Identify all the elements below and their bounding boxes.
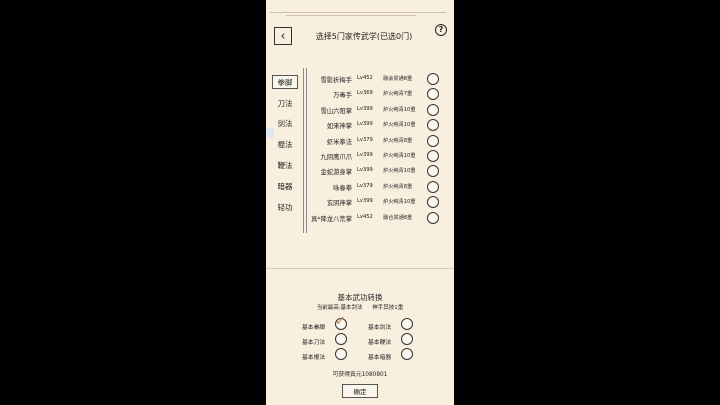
skill-row[interactable]: 虾米拳法 Lv379 炉火纯青8重 <box>310 134 450 149</box>
current-best: 当前最高:基本剑法 <box>316 305 363 311</box>
skill-status: 炉火纯青10重 <box>383 199 416 206</box>
checkmark-icon: ✓ <box>335 314 346 329</box>
skill-name: 万毒手 <box>333 92 352 100</box>
select-radio[interactable] <box>427 119 439 132</box>
skill-row[interactable]: 玄阴神掌 Lv399 炉火纯青10重 <box>310 195 450 210</box>
skill-level: Lv452 <box>357 213 373 220</box>
option-label: 基本棍法 <box>302 355 326 361</box>
reward-text: 可获得真元1080801 <box>332 372 388 378</box>
skill-level: Lv399 <box>357 105 373 112</box>
select-radio[interactable] <box>427 165 439 178</box>
skill-level: Lv399 <box>357 121 373 128</box>
decorative-line <box>270 12 446 13</box>
option-radio[interactable] <box>401 333 413 345</box>
skill-status: 炉火纯青10重 <box>383 168 416 175</box>
skill-level: Lv369 <box>357 90 373 97</box>
skill-status: 炉火纯青10重 <box>383 106 416 113</box>
select-radio[interactable] <box>427 88 439 101</box>
skill-row[interactable]: 九阴鹰爪爪 Lv399 炉火纯青10重 <box>310 149 450 164</box>
option-label: 基本刀法 <box>302 340 326 346</box>
skill-level: Lv399 <box>357 151 373 158</box>
skill-status: 炉火纯青8重 <box>383 183 413 190</box>
tab-anqi[interactable]: 暗器 <box>272 176 298 197</box>
skill-level: Lv379 <box>357 182 373 189</box>
skill-status: 融合贯通8重 <box>383 214 413 221</box>
skill-name: 如来神掌 <box>326 123 352 131</box>
option-label: 基本剑法 <box>368 325 392 331</box>
skill-name: 真*降龙八荒掌 <box>311 215 352 223</box>
skill-level: Lv399 <box>357 198 373 205</box>
option-label: 基本暗器 <box>368 355 392 361</box>
skill-name: 虾米拳法 <box>326 138 352 146</box>
skill-level: Lv399 <box>357 167 373 174</box>
skill-name: 咏春拳 <box>333 184 352 192</box>
game-window: ‹ 选择5门家传武学(已选0门) ? 拳脚 刀法 剑法 棍法 鞭法 暗器 轻功 … <box>266 0 454 405</box>
tab-divider <box>303 68 304 233</box>
option-radio[interactable] <box>401 318 413 330</box>
skill-row[interactable]: 真*降龙八荒掌 Lv452 融合贯通8重 <box>310 211 450 226</box>
skill-row[interactable]: 如来神掌 Lv399 炉火纯青10重 <box>310 118 450 133</box>
skill-level: Lv452 <box>357 75 373 81</box>
back-arrow-icon: ‹ <box>280 28 286 44</box>
skill-status: 炉火纯青10重 <box>383 122 416 129</box>
select-radio[interactable] <box>427 134 439 147</box>
skill-row[interactable]: 万毒手 Lv369 炉火纯青7重 <box>310 87 450 102</box>
conversion-title: 基本武功转换 <box>337 293 383 302</box>
skill-row[interactable]: 雪山六阳掌 Lv399 炉火纯青10重 <box>310 103 450 118</box>
skill-row[interactable]: 咏春拳 Lv379 炉火纯青8重 <box>310 180 450 195</box>
skill-name: 金蛇游身掌 <box>320 169 352 177</box>
skill-status: 炉火纯青8重 <box>383 137 413 144</box>
option-label: 基本拳脚 <box>302 325 326 331</box>
skill-status: 炉火纯青7重 <box>383 91 413 98</box>
section-divider <box>266 268 454 269</box>
option-radio[interactable]: ✓ <box>335 314 347 330</box>
skill-row[interactable]: 雪影折梅手 Lv452 融会贯通8重 <box>310 72 450 87</box>
tab-jianfa[interactable]: 剑法 <box>272 114 298 135</box>
tab-qinggong[interactable]: 轻功 <box>272 197 298 218</box>
skill-name: 雪影折梅手 <box>320 77 352 84</box>
back-button[interactable]: ‹ <box>274 27 292 45</box>
select-radio[interactable] <box>427 103 439 116</box>
select-radio[interactable] <box>427 73 439 85</box>
skill-rank: 神手其技1重 <box>372 305 404 311</box>
page-title: 选择5门家传武学(已选0门) <box>315 32 413 41</box>
tab-divider <box>305 68 307 233</box>
skill-row[interactable]: 金蛇游身掌 Lv399 炉火纯青10重 <box>310 164 450 179</box>
select-radio[interactable] <box>427 180 439 193</box>
option-label: 基本鞭法 <box>368 340 392 346</box>
skill-name: 雪山六阳掌 <box>320 107 352 115</box>
category-tabs: 拳脚 刀法 剑法 棍法 鞭法 暗器 轻功 <box>272 72 298 218</box>
tab-bianfa[interactable]: 鞭法 <box>272 155 298 176</box>
conversion-subtitle: 当前最高:基本剑法 神手其技1重 <box>266 303 454 311</box>
option-radio[interactable] <box>335 348 347 360</box>
select-radio[interactable] <box>427 196 439 209</box>
tab-gunfa[interactable]: 棍法 <box>272 134 298 155</box>
skill-list: 雪影折梅手 Lv452 融会贯通8重 万毒手 Lv369 炉火纯青7重 雪山六阳… <box>310 72 450 226</box>
decorative-line <box>286 15 416 16</box>
skill-name: 九阴鹰爪爪 <box>320 153 352 161</box>
confirm-button[interactable]: 确定 <box>342 384 378 398</box>
skill-level: Lv379 <box>357 136 373 143</box>
skill-name: 玄阴神掌 <box>326 200 352 208</box>
select-radio[interactable] <box>427 211 439 224</box>
help-icon[interactable]: ? <box>435 24 447 36</box>
skill-status: 融会贯通8重 <box>383 76 413 82</box>
option-radio[interactable] <box>335 333 347 345</box>
tab-daofa[interactable]: 刀法 <box>272 93 298 114</box>
tab-quanjiao[interactable]: 拳脚 <box>272 75 298 89</box>
skill-status: 炉火纯青10重 <box>383 152 416 159</box>
option-radio[interactable] <box>401 348 413 360</box>
select-radio[interactable] <box>427 149 439 162</box>
